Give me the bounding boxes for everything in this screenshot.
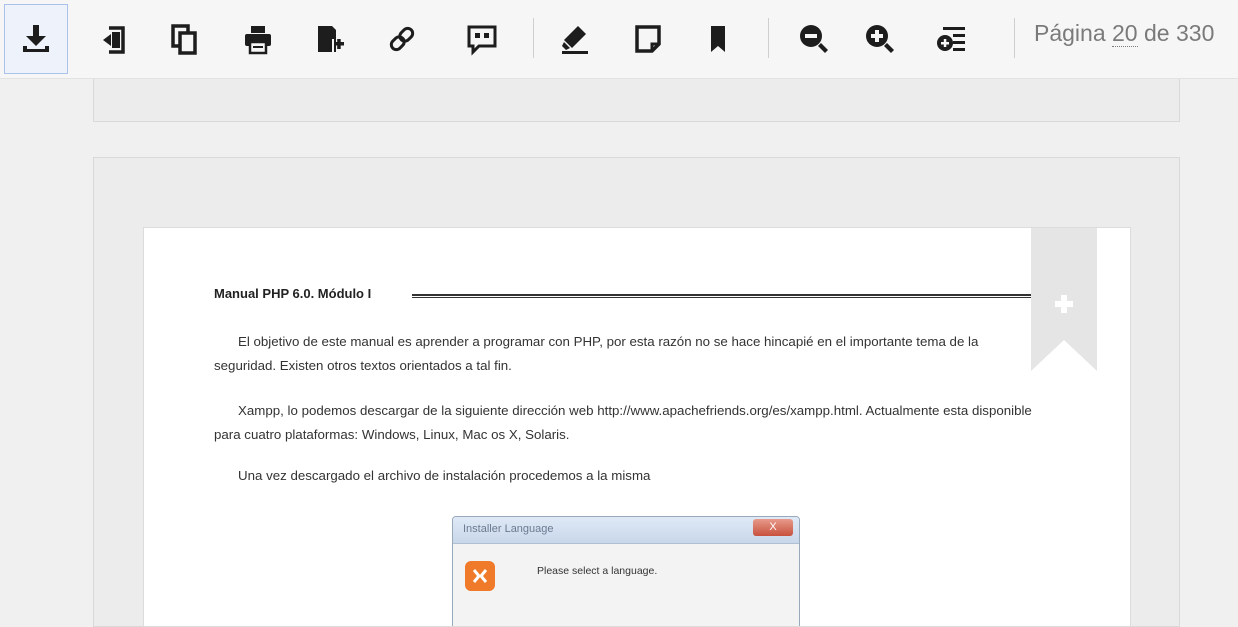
highlighter-icon xyxy=(562,26,588,54)
current-page-number[interactable]: 20 xyxy=(1112,20,1138,47)
paragraph: Una vez descargado el archivo de instala… xyxy=(238,468,651,483)
contents-button[interactable] xyxy=(920,4,984,74)
toolbar-separator xyxy=(533,18,534,58)
page-of-label: de xyxy=(1144,20,1170,46)
page-indicator[interactable]: Página 20 de 330 xyxy=(1034,20,1214,47)
previous-page-frame xyxy=(93,79,1180,122)
dialog-title: Installer Language xyxy=(463,523,554,535)
document-page: Manual PHP 6.0. Módulo I El objetivo de … xyxy=(143,227,1131,627)
highlight-button[interactable] xyxy=(543,4,607,74)
add-document-icon xyxy=(318,26,344,52)
copy-icon xyxy=(171,24,197,55)
document-header: Manual PHP 6.0. Módulo I xyxy=(214,286,372,301)
link-icon xyxy=(389,26,415,52)
header-rule xyxy=(412,294,1034,298)
dialog-titlebar: Installer Language X xyxy=(453,517,799,544)
link-button[interactable] xyxy=(370,4,434,74)
note-button[interactable] xyxy=(616,4,680,74)
rotate-button[interactable] xyxy=(84,4,148,74)
print-button[interactable] xyxy=(226,4,290,74)
bookmark-icon xyxy=(711,26,725,52)
total-pages: 330 xyxy=(1175,20,1215,46)
add-bookmark-ribbon[interactable] xyxy=(1031,228,1097,371)
bookmark-button[interactable] xyxy=(686,4,750,74)
download-button[interactable] xyxy=(4,4,68,74)
paragraph: Xampp, lo podemos descargar de la siguie… xyxy=(214,403,1032,442)
installer-screenshot: Installer Language X Please select a lan… xyxy=(452,516,800,626)
bookmark-add-icon xyxy=(1031,228,1097,371)
sticky-note-icon xyxy=(635,25,661,53)
zoom-out-button[interactable] xyxy=(782,4,846,74)
zoom-in-button[interactable] xyxy=(848,4,912,74)
rotate-icon xyxy=(103,26,125,54)
copy-button[interactable] xyxy=(152,4,216,74)
quote-icon xyxy=(467,25,497,56)
xampp-logo-icon xyxy=(465,561,495,591)
download-icon xyxy=(23,25,49,52)
zoom-in-icon xyxy=(866,25,894,53)
print-icon xyxy=(245,26,271,55)
close-icon: X xyxy=(753,519,793,536)
toolbar: Página 20 de 330 xyxy=(0,0,1238,79)
quote-button[interactable] xyxy=(450,4,514,74)
document-viewer[interactable]: Manual PHP 6.0. Módulo I El objetivo de … xyxy=(0,79,1238,627)
zoom-out-icon xyxy=(800,25,828,53)
toolbar-separator xyxy=(1014,18,1015,58)
add-to-list-button[interactable] xyxy=(297,4,361,74)
toolbar-separator xyxy=(768,18,769,58)
paragraph: El objetivo de este manual es aprender a… xyxy=(214,334,979,373)
dialog-message: Please select a language. xyxy=(537,565,658,577)
table-of-contents-icon xyxy=(937,27,965,51)
page-label: Página xyxy=(1034,20,1106,46)
